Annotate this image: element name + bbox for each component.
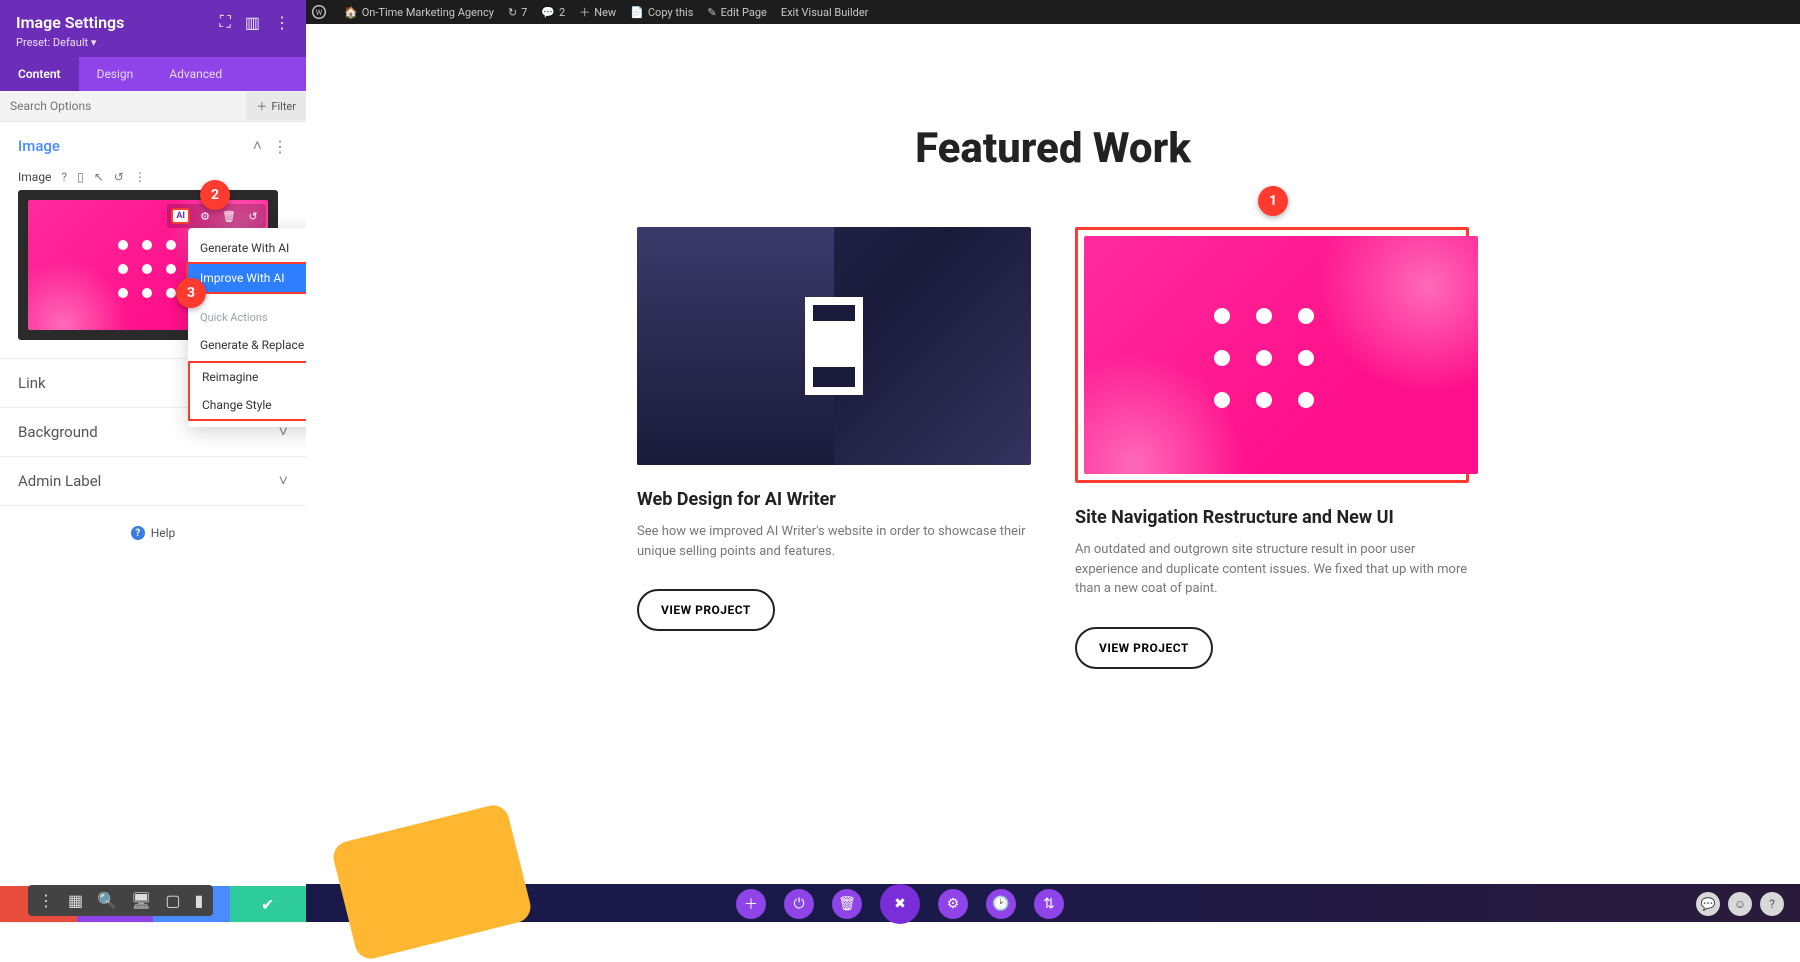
preset-label[interactable]: Preset: Default ▾ [16, 36, 290, 49]
hover-icon[interactable]: ↖ [94, 170, 104, 184]
section-admin-head[interactable]: Admin Label˅ [0, 457, 306, 505]
search-input[interactable] [0, 91, 246, 121]
sidebar-title: Image Settings [16, 13, 124, 32]
wp-comments[interactable]: 💬2 [541, 6, 565, 19]
wp-edit-page[interactable]: ✎Edit Page [707, 6, 766, 19]
help-link[interactable]: ?Help [0, 506, 306, 560]
save-button[interactable]: ✔ [230, 886, 307, 922]
ai-button[interactable]: AI [171, 208, 190, 224]
filter-button[interactable]: ＋ Filter [246, 92, 306, 120]
tab-advanced[interactable]: Advanced [151, 57, 240, 91]
history-icon[interactable]: 🕑 [986, 889, 1016, 919]
tab-content[interactable]: Content [0, 57, 79, 91]
power-icon[interactable]: ⏻ [784, 889, 814, 919]
chevron-down-icon: ˅ [279, 471, 288, 491]
card-desc-1: See how we improved AI Writer's website … [637, 522, 1031, 561]
view-mode-toolbar: ⋮ ▦ 🔍 🖥 ▢ ▮ [28, 885, 213, 916]
search-row: ＋ Filter [0, 91, 306, 122]
callout-2: 2 [200, 180, 230, 210]
builder-actions: ＋ ⏻ 🗑 ✖ ⚙ 🕑 ⇅ [736, 884, 1064, 924]
sidebar-tabs: Content Design Advanced [0, 57, 306, 91]
svg-text:W: W [316, 9, 323, 17]
page-canvas: Featured Work Web Design for AI Writer S… [306, 24, 1800, 922]
support-icon[interactable]: ☺ [1728, 892, 1752, 916]
more-icon[interactable]: ⋮ [274, 13, 290, 32]
phone-view-icon[interactable]: ▮ [194, 891, 203, 910]
delete-icon[interactable]: 🗑 [832, 889, 862, 919]
wp-updates[interactable]: ↻7 [508, 6, 527, 19]
settings-icon[interactable]: ⚙ [938, 889, 968, 919]
callout-1: 1 [1258, 186, 1288, 216]
reset-icon[interactable]: ↺ [114, 170, 124, 184]
card-site-nav: Site Navigation Restructure and New UI A… [1075, 227, 1469, 669]
swap-icon[interactable]: ⇅ [1034, 889, 1064, 919]
help-icon[interactable]: ? [61, 170, 67, 184]
card-image-2[interactable] [1084, 236, 1478, 474]
desktop-icon[interactable]: 🖥 [131, 891, 151, 910]
card-title-2: Site Navigation Restructure and New UI [1075, 507, 1469, 528]
wp-new[interactable]: ＋New [579, 4, 616, 20]
page-headline: Featured Work [306, 124, 1800, 173]
info-icon[interactable]: ? [1760, 892, 1784, 916]
card-desc-2: An outdated and outgrown site structure … [1075, 540, 1469, 599]
wp-exit-builder[interactable]: Exit Visual Builder [781, 6, 869, 19]
undo-icon[interactable]: ↺ [244, 207, 262, 225]
field-more-icon[interactable]: ⋮ [134, 170, 146, 184]
wp-admin-bar: W 🏠On-Time Marketing Agency ↻7 💬2 ＋New 📄… [306, 0, 1800, 24]
image-field-label: Image [18, 170, 51, 184]
trash-icon[interactable]: 🗑 [220, 207, 238, 225]
chat-icon[interactable]: 💬 [1696, 892, 1720, 916]
wp-copy[interactable]: 📄Copy this [630, 6, 693, 19]
help-chat-icons: 💬 ☺ ? [1696, 892, 1784, 916]
zoom-icon[interactable]: 🔍 [97, 891, 117, 910]
image-field-label-row: Image ? ▯ ↖ ↺ ⋮ [18, 170, 288, 184]
card-image-1[interactable] [637, 227, 1031, 465]
tablet-icon[interactable]: ▯ [77, 170, 84, 184]
callout-3: 3 [176, 278, 206, 308]
chevron-up-icon: ˄ [253, 136, 262, 156]
add-button[interactable]: ＋ [736, 889, 766, 919]
wp-site-link[interactable]: 🏠On-Time Marketing Agency [344, 6, 494, 19]
card-web-design: Web Design for AI Writer See how we impr… [637, 227, 1031, 669]
section-more-icon[interactable]: ⋮ [272, 137, 288, 156]
sidebar-header: Image Settings ⛶ ▥ ⋮ Preset: Default ▾ [0, 0, 306, 57]
tab-design[interactable]: Design [79, 57, 152, 91]
section-image-head[interactable]: Image ˄⋮ [0, 122, 306, 170]
wp-logo-icon[interactable]: W [312, 5, 330, 19]
menu-icon[interactable]: ⋮ [38, 891, 54, 910]
snap-icon[interactable]: ▥ [245, 13, 260, 32]
close-builder-button[interactable]: ✖ [880, 884, 920, 924]
view-project-button-1[interactable]: VIEW PROJECT [637, 589, 775, 631]
expand-icon[interactable]: ⛶ [220, 12, 231, 32]
settings-sidebar: Image Settings ⛶ ▥ ⋮ Preset: Default ▾ C… [0, 0, 306, 922]
view-project-button-2[interactable]: VIEW PROJECT [1075, 627, 1213, 669]
wireframe-icon[interactable]: ▦ [68, 891, 83, 910]
card-title-1: Web Design for AI Writer [637, 489, 1031, 510]
tablet-view-icon[interactable]: ▢ [165, 891, 180, 910]
